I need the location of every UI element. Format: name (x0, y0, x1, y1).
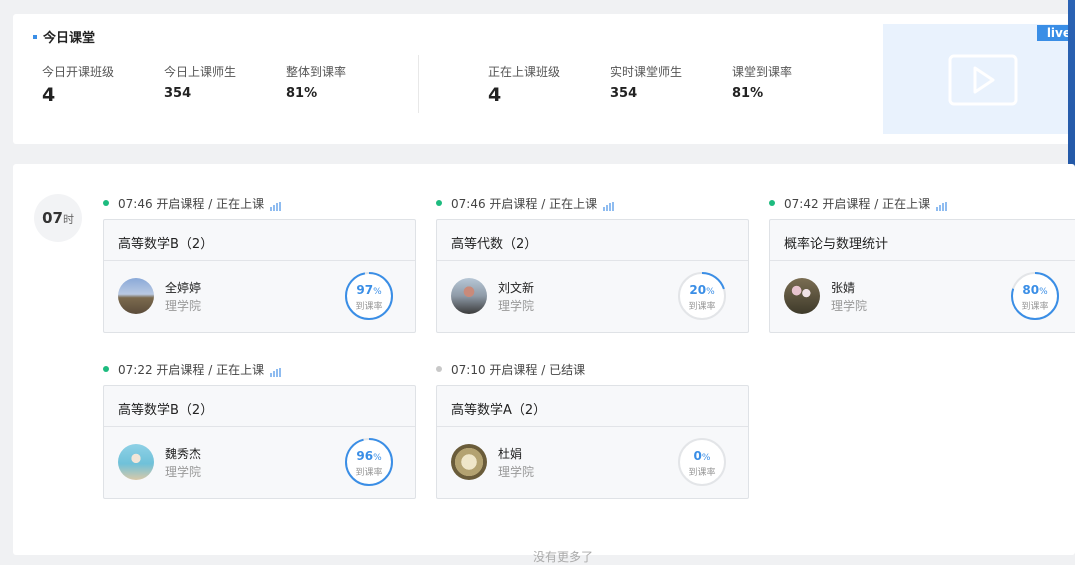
stat-overall-rate: 整体到课率 81% (286, 65, 347, 101)
teacher-avatar (118, 444, 154, 480)
course-time-status-text: 07:10 开启课程 / 已结课 (451, 363, 586, 377)
status-dot-icon (103, 366, 109, 372)
course-time-status: 07:46 开启课程 / 正在上课 (436, 195, 749, 215)
status-dot-icon (436, 366, 442, 372)
teacher-dept: 理学院 (498, 465, 535, 479)
course-time-status-text: 07:46 开启课程 / 正在上课 (118, 197, 265, 211)
status-dot-icon (769, 200, 775, 206)
attendance-percent: 80% (1022, 283, 1048, 297)
teacher-dept: 理学院 (498, 299, 535, 313)
attendance-label: 到课率 (355, 468, 383, 478)
signal-icon (603, 197, 615, 211)
teacher-avatar (451, 444, 487, 480)
teacher-avatar (784, 278, 820, 314)
course-box[interactable]: 高等数学B（2） 魏秀杰理学院 96% 到课率 (103, 385, 416, 499)
attendance-label: 到课率 (688, 468, 716, 478)
teacher-name: 杜娟 (498, 447, 523, 461)
course-name: 概率论与数理统计 (784, 237, 889, 252)
status-dot-icon (103, 200, 109, 206)
teacher-name: 全婷婷 (165, 281, 202, 295)
stat-realtime-people: 实时课堂师生 354 (610, 65, 683, 101)
teacher-dept: 理学院 (165, 465, 202, 479)
status-dot-icon (436, 200, 442, 206)
attendance-percent: 96% (356, 449, 382, 463)
course-time-status: 07:42 开启课程 / 正在上课 (769, 195, 1075, 215)
course-name: 高等数学B（2） (118, 403, 214, 418)
attendance-ring: 20% 到课率 (676, 270, 728, 322)
attendance-label: 到课率 (355, 302, 383, 312)
course-divider (437, 426, 748, 427)
signal-icon (270, 363, 282, 377)
attendance-ring: 80% 到课率 (1009, 270, 1061, 322)
course-name: 高等代数（2） (451, 237, 538, 252)
course-name: 高等数学B（2） (118, 237, 214, 252)
teacher-avatar (451, 278, 487, 314)
live-video-preview[interactable]: live (883, 24, 1075, 134)
attendance-ring: 0% 到课率 (676, 436, 728, 488)
course-box[interactable]: 高等数学A（2） 杜娟理学院 0% 到课率 (436, 385, 749, 499)
teacher-name: 张婧 (831, 281, 856, 295)
attendance-label: 到课率 (1021, 302, 1049, 312)
course-box[interactable]: 概率论与数理统计张婧理学院 80% 到课率 (769, 219, 1075, 333)
course-box[interactable]: 高等数学B（2） 全婷婷理学院 97% 到课率 (103, 219, 416, 333)
summary-title: 今日课堂 (33, 27, 95, 46)
attendance-percent: 0% (693, 449, 711, 463)
teacher-dept: 理学院 (831, 299, 868, 313)
course-time-status-text: 07:46 开启课程 / 正在上课 (451, 197, 598, 211)
signal-icon (270, 197, 282, 211)
course-time-status: 07:46 开启课程 / 正在上课 (103, 195, 416, 215)
stat-today-classes: 今日开课班级 4 (42, 65, 115, 106)
video-play-icon (948, 54, 1018, 106)
course-time-status-text: 07:22 开启课程 / 正在上课 (118, 363, 265, 377)
no-more-text: 没有更多了 (533, 550, 594, 564)
teacher-avatar (118, 278, 154, 314)
course-divider (770, 260, 1075, 261)
course-card[interactable]: 07:46 开启课程 / 正在上课 高等数学B（2） 全婷婷理学院 97% 到课率 (103, 195, 416, 333)
stat-today-people: 今日上课师生 354 (164, 65, 237, 101)
stats-divider (418, 55, 419, 113)
course-divider (104, 260, 415, 261)
course-name: 高等数学A（2） (451, 403, 547, 418)
course-card[interactable]: 07:10 开启课程 / 已结课 高等数学A（2） 杜娟理学院 0% 到课率 (436, 361, 749, 499)
stat-active-classes: 正在上课班级 4 (488, 65, 561, 106)
course-time-status-text: 07:42 开启课程 / 正在上课 (784, 197, 931, 211)
course-box[interactable]: 高等代数（2） 刘文新理学院 20% 到课率 (436, 219, 749, 333)
attendance-label: 到课率 (688, 302, 716, 312)
attendance-ring: 96% 到课率 (343, 436, 395, 488)
course-divider (104, 426, 415, 427)
course-divider (437, 260, 748, 261)
title-marker-icon (33, 34, 37, 39)
attendance-ring: 97% 到课率 (343, 270, 395, 322)
course-time-status: 07:22 开启课程 / 正在上课 (103, 361, 416, 381)
signal-icon (936, 197, 948, 211)
today-classroom-summary: 今日课堂 今日开课班级 4 今日上课师生 354 整体到课率 81% 正在上课班… (13, 14, 1075, 144)
course-card[interactable]: 07:46 开启课程 / 正在上课 高等代数（2） 刘文新理学院 20% 到课率 (436, 195, 749, 333)
teacher-name: 魏秀杰 (165, 447, 202, 461)
hour-badge: 07时 (34, 194, 82, 242)
course-card[interactable]: 07:42 开启课程 / 正在上课 概率论与数理统计张婧理学院 80% 到课率 (769, 195, 1075, 333)
attendance-percent: 20% (689, 283, 715, 297)
attendance-percent: 97% (356, 283, 382, 297)
course-card[interactable]: 07:22 开启课程 / 正在上课 高等数学B（2） 魏秀杰理学院 96% 到课率 (103, 361, 416, 499)
stat-classroom-rate: 课堂到课率 81% (732, 65, 793, 101)
teacher-name: 刘文新 (498, 281, 535, 295)
teacher-dept: 理学院 (165, 299, 202, 313)
course-time-status: 07:10 开启课程 / 已结课 (436, 361, 749, 381)
